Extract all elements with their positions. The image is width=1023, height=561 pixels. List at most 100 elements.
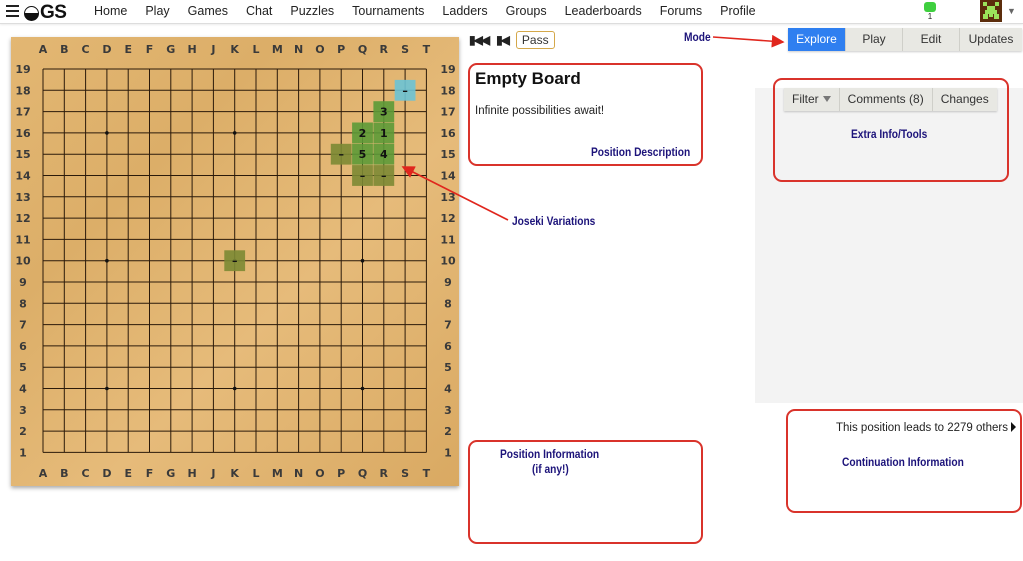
star-point — [232, 131, 237, 135]
column-label-bottom: F — [146, 467, 154, 480]
first-move-icon[interactable]: ▮◀◀ — [469, 33, 490, 47]
mode-play-button[interactable]: Play — [846, 28, 903, 51]
mode-edit-button[interactable]: Edit — [903, 28, 960, 51]
column-label-top: T — [423, 43, 431, 56]
column-label-top: E — [124, 43, 132, 56]
column-label-top: R — [380, 43, 389, 56]
row-label-left: 13 — [15, 191, 30, 204]
mode-arrow — [712, 34, 785, 48]
column-label-top: M — [272, 43, 283, 56]
annotation-joseki-variations: Joseki Variations — [512, 214, 596, 228]
column-label-top: L — [252, 43, 259, 56]
row-label-right: 11 — [440, 233, 455, 246]
site-logo[interactable]: GS — [24, 2, 67, 24]
column-label-top: P — [337, 43, 345, 56]
column-label-top: N — [294, 43, 303, 56]
row-label-left: 15 — [15, 148, 30, 161]
annotation-position-information-note: (if any!) — [532, 462, 569, 476]
joseki-variation-label: – — [232, 255, 238, 268]
column-label-bottom: D — [102, 467, 111, 480]
row-label-right: 8 — [444, 297, 452, 310]
row-label-left: 1 — [19, 446, 27, 459]
row-label-left: 3 — [19, 404, 27, 417]
row-label-left: 2 — [19, 425, 27, 438]
row-label-right: 13 — [440, 191, 455, 204]
friends-notification[interactable]: 1 — [923, 2, 937, 21]
column-label-top: G — [166, 43, 175, 56]
nav-profile[interactable]: Profile — [720, 4, 755, 18]
column-label-bottom: L — [252, 467, 259, 480]
pass-button[interactable]: Pass — [515, 31, 555, 49]
nav-ladders[interactable]: Ladders — [442, 4, 487, 18]
top-navigation-bar: GS Home Play Games Chat Puzzles Tourname… — [0, 0, 1023, 24]
nav-home[interactable]: Home — [94, 4, 127, 18]
notification-count: 1 — [927, 12, 933, 21]
logo-stone-icon — [24, 5, 39, 21]
row-label-left: 16 — [15, 127, 31, 140]
row-label-left: 11 — [15, 233, 30, 246]
previous-move-icon[interactable]: ▮◀ — [496, 33, 510, 47]
annotation-continuation-information: Continuation Information — [842, 455, 964, 469]
column-label-top: S — [401, 43, 409, 56]
nav-games[interactable]: Games — [188, 4, 228, 18]
annotation-mode: Mode — [684, 30, 711, 44]
column-label-bottom: S — [401, 467, 409, 480]
joseki-variation-label: 5 — [359, 148, 367, 161]
mode-explore-button[interactable]: Explore — [788, 28, 846, 51]
mode-updates-button[interactable]: Updates — [960, 28, 1022, 51]
row-label-right: 1 — [444, 446, 452, 459]
hamburger-menu-icon[interactable] — [6, 5, 19, 17]
row-label-left: 6 — [19, 340, 27, 353]
column-label-top: A — [39, 43, 48, 56]
row-label-left: 7 — [19, 319, 27, 332]
go-board[interactable]: A A B B C C D D E E F F G G H H J J K K L L M M N N O O P P Q Q R R S S T T 19… — [11, 37, 459, 486]
joseki-variation-label: – — [381, 170, 387, 183]
user-menu-caret-icon[interactable]: ▼ — [1007, 6, 1016, 16]
joseki-variation-label: – — [402, 84, 408, 97]
row-label-left: 9 — [19, 276, 27, 289]
column-label-bottom: Q — [358, 467, 367, 480]
logo-text: GS — [40, 2, 67, 23]
column-label-top: D — [102, 43, 111, 56]
row-label-right: 4 — [444, 383, 452, 396]
row-label-left: 10 — [15, 255, 31, 268]
joseki-variation-label: 4 — [380, 148, 388, 161]
column-label-bottom: C — [82, 467, 90, 480]
star-point — [232, 386, 237, 391]
nav-puzzles[interactable]: Puzzles — [290, 4, 334, 18]
row-label-right: 17 — [440, 106, 455, 119]
avatar[interactable] — [980, 0, 1002, 22]
column-label-bottom: K — [230, 467, 239, 480]
star-point — [105, 131, 109, 135]
column-label-bottom: H — [187, 467, 196, 480]
row-label-left: 8 — [19, 297, 27, 310]
nav-groups[interactable]: Groups — [506, 4, 547, 18]
annotation-position-information: Position Information — [500, 447, 600, 461]
nav-tournaments[interactable]: Tournaments — [352, 4, 424, 18]
column-label-bottom: R — [380, 467, 389, 480]
column-label-top: O — [315, 43, 324, 56]
row-label-left: 18 — [15, 84, 30, 97]
column-label-top: K — [230, 43, 239, 56]
column-label-bottom: P — [337, 467, 345, 480]
row-label-right: 15 — [440, 148, 455, 161]
row-label-right: 5 — [444, 361, 452, 374]
nav-chat[interactable]: Chat — [246, 4, 272, 18]
nav-leaderboards[interactable]: Leaderboards — [565, 4, 642, 18]
star-point — [105, 258, 109, 263]
row-label-right: 16 — [440, 127, 456, 140]
nav-play[interactable]: Play — [145, 4, 169, 18]
joseki-variation-label: – — [338, 148, 344, 161]
column-label-top: C — [82, 43, 90, 56]
row-label-right: 14 — [440, 170, 456, 183]
row-label-right: 6 — [444, 340, 452, 353]
column-label-bottom: E — [124, 467, 132, 480]
nav-forums[interactable]: Forums — [660, 4, 702, 18]
mode-selector: Explore Play Edit Updates — [788, 28, 1022, 51]
star-point — [360, 386, 365, 391]
go-board-canvas[interactable]: AABBCCDDEEFFGGHHJJKKLLMMNNOOPPQQRRSSTT19… — [11, 37, 459, 486]
avatar-identicon-icon — [980, 0, 1002, 22]
joseki-variation-label: 2 — [359, 127, 367, 140]
annotation-extra-info: Extra Info/Tools — [851, 127, 928, 141]
joseki-variation-label: 1 — [380, 127, 388, 140]
